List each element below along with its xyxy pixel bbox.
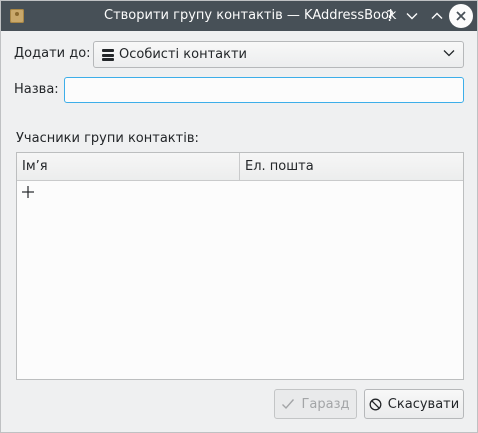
close-icon — [456, 11, 466, 21]
add-member-icon[interactable] — [21, 185, 35, 199]
group-name-input[interactable] — [64, 77, 464, 103]
cancel-button-label: Скасувати — [387, 396, 460, 412]
members-label: Учасники групи контактів: — [16, 131, 199, 146]
cancel-icon — [369, 398, 382, 410]
ok-button-label: Гаразд — [301, 396, 350, 412]
minimize-icon — [406, 13, 418, 20]
address-book-select[interactable]: Особисті контакти — [93, 41, 464, 68]
check-icon — [282, 399, 295, 410]
name-label: Назва: — [14, 82, 59, 97]
maximize-button[interactable] — [426, 5, 448, 27]
minimize-button[interactable] — [401, 5, 423, 27]
maximize-icon — [431, 12, 443, 19]
members-table[interactable]: Ім’я Ел. пошта — [16, 152, 464, 380]
ok-button[interactable]: Гаразд — [274, 389, 357, 419]
help-icon: ? — [386, 7, 394, 25]
column-header-name[interactable]: Ім’я — [17, 153, 240, 180]
close-button[interactable] — [449, 4, 473, 28]
chevron-down-icon — [442, 46, 456, 60]
app-icon[interactable] — [10, 9, 24, 23]
address-book-icon — [102, 49, 114, 61]
cancel-button[interactable]: Скасувати — [364, 389, 464, 419]
window-title: Створити групу контактів — KAddressBook — [104, 8, 397, 23]
help-button[interactable]: ? — [379, 5, 401, 27]
address-book-select-value: Особисті контакти — [119, 47, 247, 62]
title-bar[interactable]: Створити групу контактів — KAddressBook … — [1, 1, 477, 31]
column-header-email[interactable]: Ел. пошта — [240, 153, 463, 180]
table-header: Ім’я Ел. пошта — [17, 153, 463, 181]
add-to-label: Додати до: — [14, 46, 91, 61]
dialog-window: Створити групу контактів — KAddressBook … — [0, 0, 478, 433]
